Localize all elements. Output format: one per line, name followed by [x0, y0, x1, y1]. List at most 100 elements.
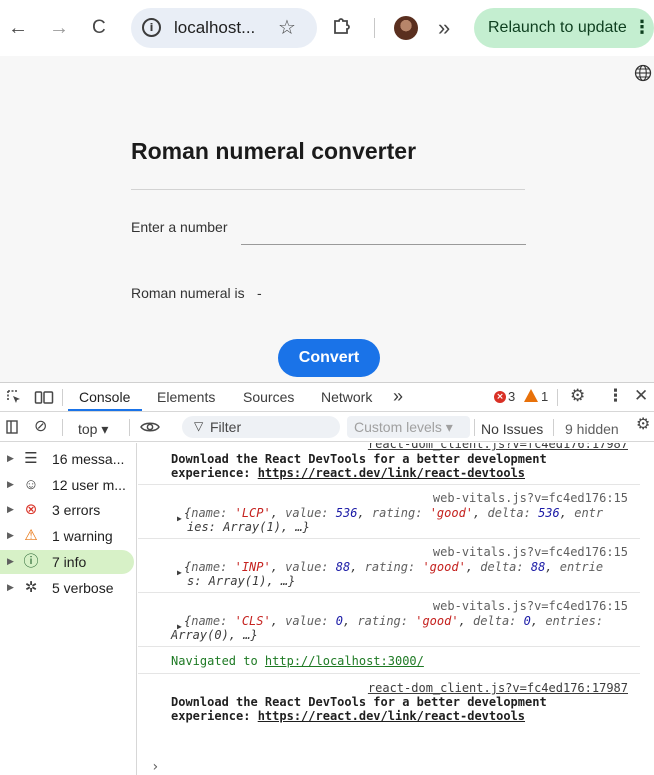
- list-icon: ☰: [24, 450, 38, 467]
- expand-arrow-icon[interactable]: ▶: [7, 504, 14, 515]
- devtools-menu-icon[interactable]: ⋮: [607, 387, 624, 404]
- filter-separator: [129, 419, 130, 436]
- close-devtools-icon[interactable]: ✕: [634, 387, 648, 404]
- globe-icon[interactable]: [634, 64, 652, 82]
- settings-gear-icon[interactable]: ⚙: [570, 387, 585, 404]
- console-filter-bar: ⊘ top ▾ ▽ Filter Custom levels ▾ No Issu…: [0, 413, 654, 442]
- expand-arrow-icon[interactable]: ▶: [7, 556, 14, 567]
- filter-separator: [474, 419, 475, 436]
- site-info-icon[interactable]: i: [142, 18, 161, 37]
- issues-button[interactable]: No Issues: [481, 421, 543, 437]
- live-expression-eye-icon[interactable]: [140, 419, 160, 439]
- object-preview-cont: ies: Array(1), …}: [187, 520, 310, 534]
- number-input[interactable]: [241, 221, 526, 245]
- toolbar-overflow-icon[interactable]: »: [438, 17, 450, 39]
- bug-icon: ✲: [24, 579, 38, 596]
- device-toolbar-icon[interactable]: [34, 389, 54, 409]
- warning-count-icon[interactable]: [524, 389, 538, 402]
- expand-arrow-icon[interactable]: ▶: [7, 453, 14, 464]
- sidebar-item-label: 12 user m...: [52, 477, 126, 493]
- context-value: top: [78, 421, 98, 437]
- console-sidebar: ▶ ☰ 16 messa... ▶ ☺ 12 user m... ▶ ⊗ 3 e…: [0, 443, 137, 775]
- devtools-panel: Console Elements Sources Network » × 3 1…: [0, 382, 654, 775]
- error-count-icon[interactable]: ×: [494, 391, 506, 403]
- warning-count[interactable]: 1: [541, 389, 548, 404]
- console-message: web-vitals.js?v=fc4ed176:15 ▶ {name: 'IN…: [138, 539, 640, 593]
- sidebar-item-info[interactable]: ▶ ⓘ 7 info: [0, 550, 134, 574]
- console-filter-input[interactable]: ▽ Filter: [182, 416, 340, 438]
- expand-object-icon[interactable]: ▶: [177, 566, 182, 580]
- object-preview[interactable]: {name: 'INP', value: 88, rating: 'good',…: [184, 560, 603, 574]
- convert-button[interactable]: Convert: [278, 339, 380, 377]
- message-source-link[interactable]: web-vitals.js?v=fc4ed176:15: [433, 491, 628, 505]
- browser-toolbar: ← → C i localhost... ☆ » Relaunch to upd…: [0, 0, 654, 56]
- sidebar-item-label: 16 messa...: [52, 451, 125, 467]
- message-source-link[interactable]: web-vitals.js?v=fc4ed176:15: [433, 545, 628, 559]
- console-navigation-message: Navigated to http://localhost:3000/: [138, 647, 640, 674]
- number-input-label: Enter a number: [131, 219, 228, 235]
- extensions-icon[interactable]: [331, 15, 353, 37]
- log-levels-dropdown[interactable]: Custom levels ▾: [347, 416, 470, 438]
- navigated-url-link[interactable]: http://localhost:3000/: [265, 654, 424, 668]
- toolbar-divider: [374, 18, 375, 38]
- filter-funnel-icon: ▽: [194, 419, 204, 433]
- sidebar-item-messages[interactable]: ▶ ☰ 16 messa...: [0, 447, 134, 471]
- relaunch-to-update-button[interactable]: Relaunch to update ⋮: [474, 8, 654, 48]
- message-text: Download the React DevTools for a better…: [171, 695, 547, 709]
- error-count[interactable]: 3: [508, 389, 515, 404]
- expand-arrow-icon[interactable]: ▶: [7, 479, 14, 490]
- tab-network[interactable]: Network: [321, 389, 372, 405]
- message-source-link[interactable]: react-dom_client.js?v=fc4ed176:17987: [368, 681, 628, 695]
- reload-icon[interactable]: C: [92, 17, 106, 39]
- sidebar-toggle-icon[interactable]: [6, 420, 18, 438]
- sidebar-item-errors[interactable]: ▶ ⊗ 3 errors: [0, 498, 134, 522]
- sidebar-item-label: 1 warning: [52, 528, 113, 544]
- inspect-element-icon[interactable]: [6, 389, 22, 409]
- message-text: experience: https://react.dev/link/react…: [171, 709, 526, 723]
- sidebar-item-label: 5 verbose: [52, 580, 114, 596]
- expand-arrow-icon[interactable]: ▶: [7, 530, 14, 541]
- message-source-link[interactable]: react-dom_client.js?v=fc4ed176:17987: [368, 443, 628, 451]
- object-preview-cont: s: Array(1), …}: [187, 574, 296, 588]
- filter-placeholder: Filter: [210, 419, 242, 435]
- kebab-menu-icon[interactable]: ⋮: [633, 17, 651, 38]
- devtools-link[interactable]: https://react.dev/link/react-devtools: [258, 466, 525, 480]
- console-message: react-dom_client.js?v=fc4ed176:17987 Dow…: [138, 443, 640, 485]
- console-message: web-vitals.js?v=fc4ed176:15 ▶ {name: 'LC…: [138, 485, 640, 539]
- filter-separator: [553, 419, 554, 436]
- forward-arrow-icon[interactable]: →: [49, 17, 69, 39]
- profile-avatar[interactable]: [394, 16, 418, 40]
- info-icon: ⓘ: [23, 553, 39, 570]
- back-arrow-icon[interactable]: ←: [8, 17, 28, 39]
- devtools-link[interactable]: https://react.dev/link/react-devtools: [258, 709, 525, 723]
- tab-separator: [62, 389, 63, 406]
- address-bar[interactable]: i localhost... ☆: [131, 8, 317, 48]
- address-bar-url: localhost...: [174, 18, 256, 37]
- sidebar-item-warnings[interactable]: ▶ ⚠ 1 warning: [0, 524, 134, 548]
- warning-icon: ⚠: [24, 527, 38, 544]
- sidebar-item-label: 7 info: [52, 554, 87, 570]
- tab-elements[interactable]: Elements: [157, 389, 215, 405]
- sidebar-item-user-messages[interactable]: ▶ ☺ 12 user m...: [0, 473, 134, 497]
- more-tabs-icon[interactable]: »: [393, 386, 403, 407]
- page-title: Roman numeral converter: [131, 138, 417, 164]
- user-icon: ☺: [23, 476, 39, 493]
- message-source-link[interactable]: web-vitals.js?v=fc4ed176:15: [433, 599, 628, 613]
- message-text: experience: https://react.dev/link/react…: [171, 466, 526, 480]
- error-icon: ⊗: [24, 501, 38, 518]
- console-prompt[interactable]: ›: [151, 759, 159, 775]
- context-selector[interactable]: top ▾: [78, 421, 108, 438]
- sidebar-item-verbose[interactable]: ▶ ✲ 5 verbose: [0, 576, 134, 600]
- clear-console-icon[interactable]: ⊘: [34, 419, 47, 435]
- console-settings-gear-icon[interactable]: ⚙: [636, 417, 650, 433]
- tab-console[interactable]: Console: [79, 389, 130, 405]
- bookmark-star-icon[interactable]: ☆: [278, 15, 296, 40]
- relaunch-label: Relaunch to update: [488, 19, 627, 36]
- tab-sources[interactable]: Sources: [243, 389, 294, 405]
- object-preview[interactable]: {name: 'CLS', value: 0, rating: 'good', …: [184, 614, 603, 628]
- object-preview[interactable]: {name: 'LCP', value: 536, rating: 'good'…: [184, 506, 603, 520]
- expand-object-icon[interactable]: ▶: [177, 512, 182, 526]
- active-tab-indicator: [68, 409, 142, 411]
- hidden-count: 9 hidden: [565, 421, 619, 437]
- expand-arrow-icon[interactable]: ▶: [7, 582, 14, 593]
